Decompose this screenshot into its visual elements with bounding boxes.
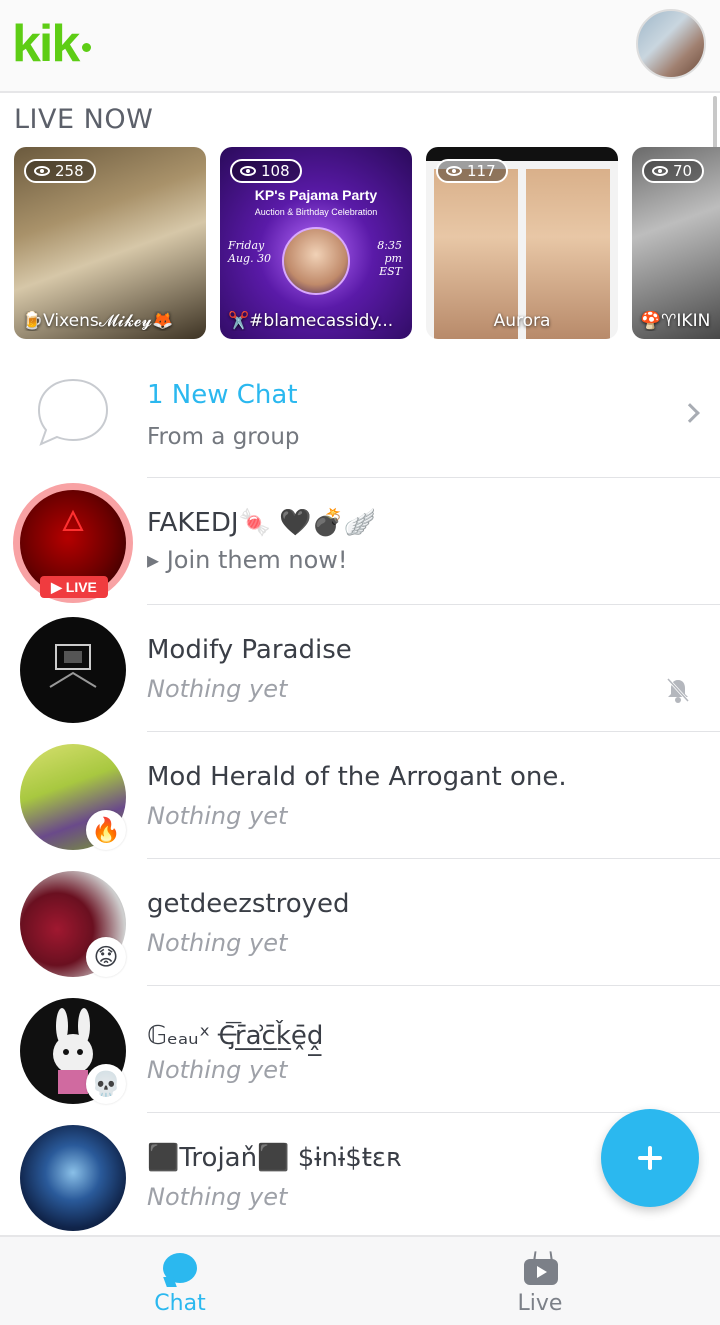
- tab-live[interactable]: Live: [360, 1237, 720, 1325]
- profile-avatar-button[interactable]: [636, 9, 706, 79]
- live-stream-card[interactable]: 258 🍺Vixens𝓜𝓲𝓴𝓮𝔂🦊: [14, 147, 206, 339]
- tab-label: Chat: [154, 1291, 206, 1316]
- eye-icon: [446, 166, 462, 176]
- avatar: [20, 617, 126, 723]
- tab-label: Live: [517, 1291, 563, 1316]
- chat-list-item[interactable]: ▶ LIVE FAKEDJ🍬 🖤💣🪽 ▸ Join them now!: [0, 478, 720, 605]
- chat-list-item[interactable]: 💀 𝔾ₑₐᵤˣ Ꞔ̶͞r̲̄ẚ̲c̲̄ǩ̲ḙ̄ḓ̲ Nothing yet: [0, 986, 720, 1113]
- chat-name: Mod Herald of the Arrogant one.: [147, 762, 567, 792]
- chat-name: Modify Paradise: [147, 635, 352, 665]
- bottom-navigation: Chat Live: [0, 1235, 720, 1325]
- chat-preview: Nothing yet: [147, 1183, 288, 1211]
- avatar: [20, 1125, 126, 1231]
- tv-play-icon: [524, 1259, 558, 1285]
- stream-name: ✂️#blamecassidy...: [228, 311, 394, 331]
- view-count: 117: [436, 159, 508, 183]
- view-count: 108: [230, 159, 302, 183]
- stream-name: 🍄♈IKIN: [640, 311, 711, 331]
- stream-name: Aurora: [493, 311, 551, 331]
- chat-preview: Nothing yet: [147, 929, 288, 957]
- kik-logo: kik: [12, 14, 92, 74]
- chat-preview: Nothing yet: [147, 1056, 288, 1084]
- new-chat-subtitle: From a group: [147, 424, 300, 450]
- live-streams-carousel[interactable]: 258 🍺Vixens𝓜𝓲𝓴𝓮𝔂🦊 108 KP's Pajama Party …: [14, 147, 720, 341]
- chat-bubble-icon: [163, 1253, 197, 1283]
- join-prompt: ▸ Join them now!: [147, 546, 348, 574]
- muted-bell-icon: [666, 677, 690, 703]
- view-count: 70: [642, 159, 705, 183]
- live-now-heading: LIVE NOW: [14, 104, 154, 135]
- eye-icon: [652, 166, 668, 176]
- chat-list-item[interactable]: Modify Paradise Nothing yet: [0, 605, 720, 732]
- new-chat-fab-button[interactable]: [601, 1109, 699, 1207]
- new-chat-title: 1 New Chat: [147, 380, 298, 410]
- live-stream-card[interactable]: 117 Aurora: [426, 147, 618, 339]
- poster-subtitle: Auction & Birthday Celebration: [254, 207, 378, 217]
- new-chat-row[interactable]: 1 New Chat From a group: [0, 350, 720, 478]
- poster-time: 8:35 pm EST: [377, 239, 402, 278]
- view-count: 258: [24, 159, 96, 183]
- chat-list-item[interactable]: 😟 getdeezstroyed Nothing yet: [0, 859, 720, 986]
- chat-list-item[interactable]: 🔥 Mod Herald of the Arrogant one. Nothin…: [0, 732, 720, 859]
- eye-icon: [34, 166, 50, 176]
- poster-photo: [282, 227, 350, 295]
- app-header: kik: [0, 0, 720, 93]
- stream-name: 🍺Vixens𝓜𝓲𝓴𝓮𝔂🦊: [22, 311, 174, 331]
- live-stream-card[interactable]: 108 KP's Pajama Party Auction & Birthday…: [220, 147, 412, 339]
- poster-date: Friday Aug. 30: [228, 239, 272, 265]
- chat-name: ⬛Trojaň⬛ $ɨnɨ$ŧɛʀ: [147, 1143, 402, 1173]
- chat-name: getdeezstroyed: [147, 889, 350, 919]
- fire-badge-icon: 🔥: [86, 810, 126, 850]
- tab-chat[interactable]: Chat: [0, 1237, 360, 1325]
- chat-name: 𝔾ₑₐᵤˣ Ꞔ̶͞r̲̄ẚ̲c̲̄ǩ̲ḙ̄ḓ̲: [147, 1021, 324, 1051]
- live-stream-card[interactable]: 70 🍄♈IKIN: [632, 147, 720, 339]
- chat-name: FAKEDJ🍬 🖤💣🪽: [147, 508, 377, 538]
- skull-badge-icon: 💀: [86, 1064, 126, 1104]
- eye-icon: [240, 166, 256, 176]
- chat-preview: Nothing yet: [147, 675, 288, 703]
- worried-face-badge-icon: 😟: [86, 937, 126, 977]
- live-badge: ▶ LIVE: [40, 576, 108, 598]
- chat-preview: Nothing yet: [147, 802, 288, 830]
- chevron-right-icon: [680, 403, 700, 423]
- poster-title: KP's Pajama Party: [254, 187, 378, 203]
- chat-bubble-icon: [37, 378, 109, 446]
